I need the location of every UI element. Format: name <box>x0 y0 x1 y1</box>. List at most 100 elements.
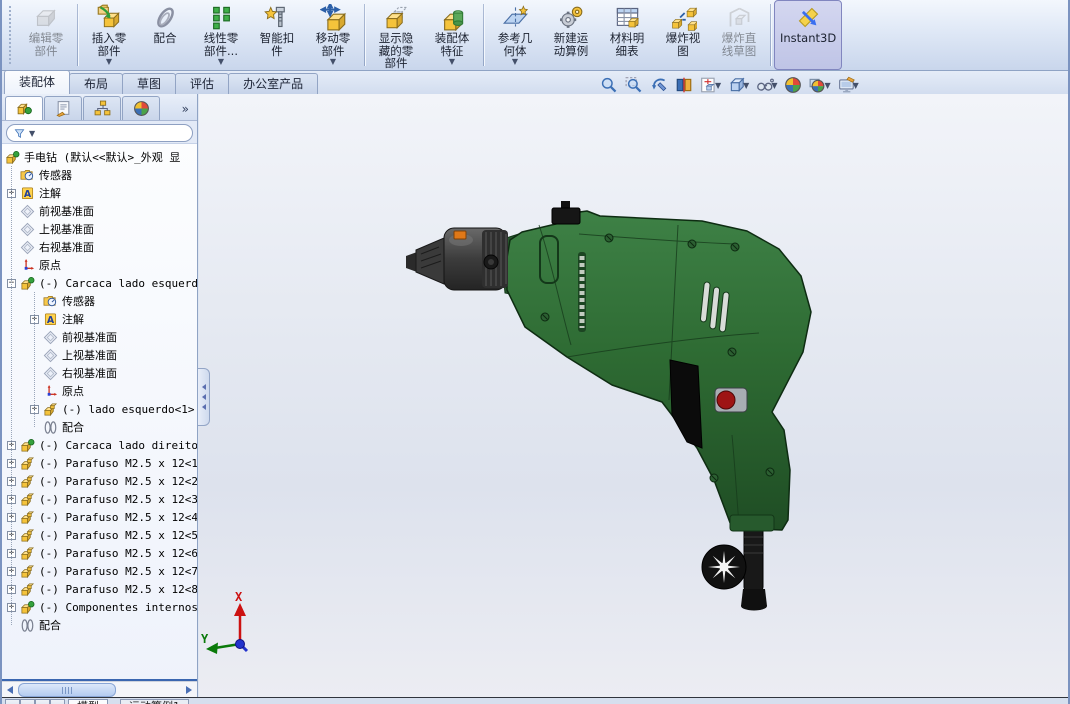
dropdown-arrow-icon[interactable]: ▼ <box>330 58 336 65</box>
tree-item[interactable]: +(-) Parafuso M2.5 x 12<2> <box>2 472 197 490</box>
toolbar-button-move-component[interactable]: 移动零 部件▼ <box>305 0 361 70</box>
tree-item[interactable]: 前视基准面 <box>2 328 197 346</box>
toolbar-button-new-motion-study[interactable]: 新建运 动算例 <box>543 0 599 70</box>
scroll-right-button[interactable] <box>181 683 197 697</box>
filter-dropdown-icon[interactable]: ▼ <box>29 129 35 138</box>
manager-tab-display-manager[interactable] <box>122 96 160 120</box>
toolbar-button-insert-component[interactable]: 插入零 部件▼ <box>81 0 137 70</box>
toolbar-button-exploded-view[interactable]: 爆炸视 图 <box>655 0 711 70</box>
toolbar-button-reference-geometry[interactable]: 参考几 何体▼ <box>487 0 543 70</box>
view-zoom-to-area-button[interactable] <box>625 76 643 94</box>
tree-item[interactable]: 手电钻 (默认<<默认>_外观 显 <box>2 148 197 166</box>
panel-horizontal-scrollbar[interactable] <box>2 681 197 698</box>
view-hide-show-items-button[interactable]: ▼ <box>756 76 777 94</box>
view-view-orientation-button[interactable]: ▼ <box>700 76 721 94</box>
motion-nav-button[interactable] <box>35 699 50 704</box>
tree-item[interactable]: +(-) Parafuso M2.5 x 12<1> <box>2 454 197 472</box>
manager-tab-feature-tree[interactable] <box>5 96 43 120</box>
view-display-style-button[interactable]: ▼ <box>728 76 749 94</box>
toolbar-button-bill-of-materials[interactable]: 材料明 细表 <box>599 0 655 70</box>
tree-item[interactable]: +(-) Parafuso M2.5 x 12<6> <box>2 544 197 562</box>
tree-item[interactable]: 上视基准面 <box>2 346 197 364</box>
dropdown-arrow-icon[interactable]: ▼ <box>853 81 859 90</box>
dropdown-arrow-icon[interactable]: ▼ <box>218 58 224 65</box>
tab-assembly[interactable]: 装配体 <box>4 70 70 94</box>
tree-item[interactable]: +(-) Componentes internos< <box>2 598 197 616</box>
tree-item[interactable]: +(-) Parafuso M2.5 x 12<5> <box>2 526 197 544</box>
tree-item[interactable]: 配合 <box>2 616 197 634</box>
tree-item-label: 前视基准面 <box>62 329 117 345</box>
handle-cap[interactable] <box>730 515 774 531</box>
tree-item[interactable]: +注解 <box>2 184 197 202</box>
tree-item[interactable]: 上视基准面 <box>2 220 197 238</box>
dropdown-arrow-icon[interactable]: ▼ <box>824 81 830 90</box>
graphics-viewport[interactable]: X Y <box>199 94 1068 698</box>
tree-item[interactable]: 原点 <box>2 382 197 400</box>
toolbar-button-instant3d[interactable]: Instant3D <box>774 0 842 70</box>
dropdown-arrow-icon[interactable]: ▼ <box>743 81 749 90</box>
tab-layout[interactable]: 布局 <box>69 73 123 94</box>
toolbar-button-label: 新建运 动算例 <box>554 32 589 57</box>
scrollbar-thumb[interactable] <box>18 683 116 697</box>
tree-item[interactable]: 配合 <box>2 418 197 436</box>
toolbar-button-edit-component[interactable]: 编辑零 部件 <box>18 0 74 70</box>
view-section-view-button[interactable] <box>675 76 693 94</box>
toolbar-button-explode-line-sketch[interactable]: 爆炸直 线草图 <box>711 0 767 70</box>
tab-office-products[interactable]: 办公室产品 <box>228 73 318 94</box>
tree-item[interactable]: 右视基准面 <box>2 364 197 382</box>
insert-component-icon <box>96 4 123 31</box>
zoom-to-fit-icon <box>600 76 618 94</box>
motion-nav-button[interactable] <box>50 699 65 704</box>
tree-item[interactable]: +(-) lado esquerdo<1> ( <box>2 400 197 418</box>
dropdown-arrow-icon[interactable]: ▼ <box>512 58 518 65</box>
tree-item[interactable]: +(-) Carcaca lado direito< <box>2 436 197 454</box>
cord-hanger-disc[interactable] <box>702 545 746 589</box>
toolbar-grip[interactable] <box>9 6 15 64</box>
dropdown-arrow-icon[interactable]: ▼ <box>106 58 112 65</box>
tree-item[interactable]: +(-) Parafuso M2.5 x 12<4> <box>2 508 197 526</box>
scroll-left-button[interactable] <box>2 683 18 697</box>
tab-evaluate[interactable]: 评估 <box>175 73 229 94</box>
manager-tab-property-manager[interactable] <box>44 96 82 120</box>
show-hidden-components-icon <box>383 4 410 31</box>
tree-item[interactable]: 传感器 <box>2 166 197 184</box>
panel-splitter-handle[interactable] <box>198 368 210 426</box>
tree-item[interactable]: 前视基准面 <box>2 202 197 220</box>
tree-item[interactable]: +(-) Parafuso M2.5 x 12<7> <box>2 562 197 580</box>
bottom-tab-motion-study-1[interactable]: 运动算例1 <box>120 699 189 704</box>
chuck[interactable] <box>406 228 508 290</box>
view-zoom-to-fit-button[interactable] <box>600 76 618 94</box>
view-edit-appearance-button[interactable] <box>784 76 802 94</box>
tree-item[interactable]: +(-) Parafuso M2.5 x 12<3> <box>2 490 197 508</box>
toolbar-button-show-hidden-components[interactable]: 显示隐 藏的零 部件 <box>368 0 424 70</box>
tree-item[interactable]: 右视基准面 <box>2 238 197 256</box>
lock-button[interactable] <box>715 388 747 412</box>
view-previous-view-button[interactable] <box>650 76 668 94</box>
tree-item[interactable]: 原点 <box>2 256 197 274</box>
tree-item[interactable]: +注解 <box>2 310 197 328</box>
motion-nav-button[interactable] <box>5 699 20 704</box>
top-switch[interactable] <box>552 201 580 224</box>
trigger[interactable] <box>670 360 702 448</box>
tree-item[interactable]: 传感器 <box>2 292 197 310</box>
motion-nav-button[interactable] <box>20 699 35 704</box>
bottom-tab-model[interactable]: 模型 <box>68 699 108 704</box>
tree-item[interactable]: −(-) Carcaca lado esquerdo <box>2 274 197 292</box>
toolbar-button-assembly-features[interactable]: 装配体 特征▼ <box>424 0 480 70</box>
dropdown-arrow-icon[interactable]: ▼ <box>771 81 777 90</box>
drill-body[interactable] <box>491 211 811 530</box>
orientation-triad: X Y <box>201 590 247 654</box>
dropdown-arrow-icon[interactable]: ▼ <box>449 58 455 65</box>
tree-item[interactable]: +(-) Parafuso M2.5 x 12<8> <box>2 580 197 598</box>
drill-model[interactable]: X Y <box>199 95 1070 698</box>
tab-sketch[interactable]: 草图 <box>122 73 176 94</box>
view-view-settings-button[interactable]: ▼ <box>838 76 859 94</box>
manager-tabs-overflow[interactable]: » <box>182 102 194 120</box>
dropdown-arrow-icon[interactable]: ▼ <box>715 81 721 90</box>
view-apply-scene-button[interactable]: ▼ <box>809 76 830 94</box>
toolbar-button-smart-fasteners[interactable]: 智能扣 件 <box>249 0 305 70</box>
tree-filter-input[interactable]: ▼ <box>6 124 193 142</box>
manager-tab-configuration-manager[interactable] <box>83 96 121 120</box>
toolbar-button-linear-component-pattern[interactable]: 线性零 部件...▼ <box>193 0 249 70</box>
toolbar-button-mate[interactable]: 配合 <box>137 0 193 70</box>
